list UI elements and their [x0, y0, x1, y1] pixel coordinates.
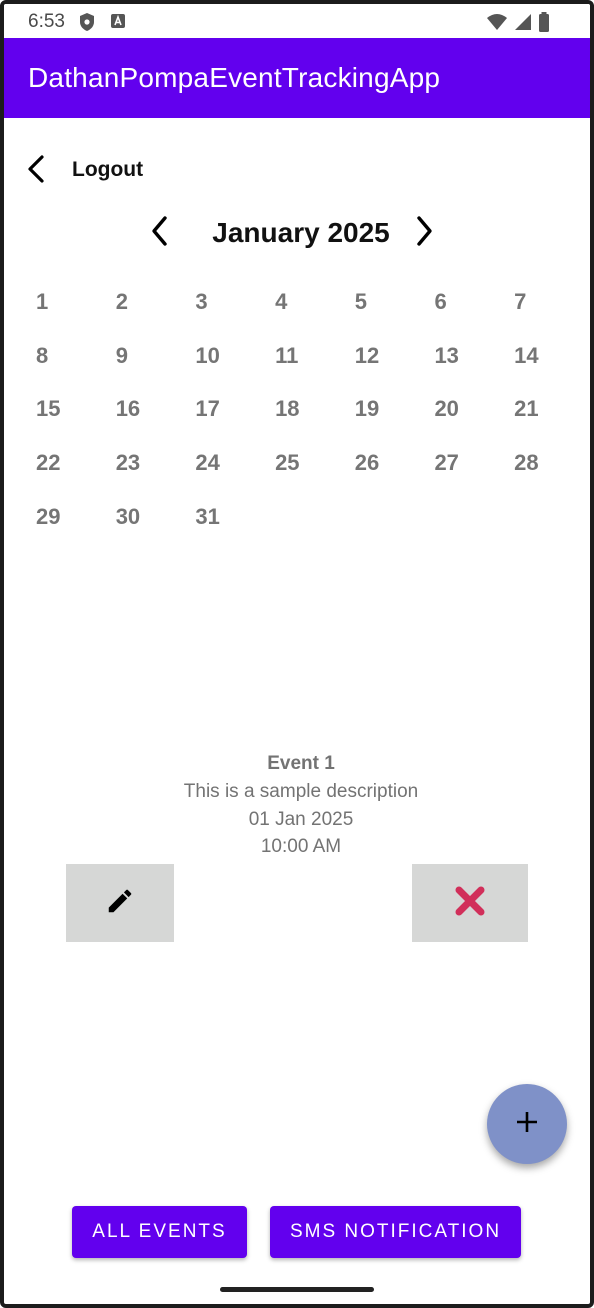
calendar-day[interactable]: 12 [347, 336, 427, 390]
add-event-fab[interactable] [487, 1084, 567, 1164]
calendar-day[interactable]: 16 [108, 389, 188, 443]
calendar-day[interactable]: 8 [28, 336, 108, 390]
a-notification-icon [110, 13, 126, 34]
month-title: January 2025 [212, 217, 390, 248]
calendar-day[interactable]: 11 [267, 336, 347, 390]
calendar-day[interactable]: 13 [426, 336, 506, 390]
calendar-day[interactable]: 20 [426, 389, 506, 443]
event-details: Event 1 This is a sample description 01 … [4, 750, 590, 861]
plus-icon [515, 1110, 539, 1139]
status-icons [486, 12, 550, 37]
calendar-day[interactable]: 24 [187, 443, 267, 497]
status-bar: 6:53 [4, 4, 590, 38]
calendar-day[interactable]: 10 [187, 336, 267, 390]
calendar-day[interactable]: 5 [347, 282, 427, 336]
event-date: 01 Jan 2025 [248, 808, 354, 830]
calendar-day[interactable]: 2 [108, 282, 188, 336]
calendar-grid: 1 2 3 4 5 6 7 8 9 10 11 12 13 14 15 16 17 18 19 20 21 22 23 24 2… [28, 282, 588, 550]
all-events-button[interactable]: ALL EVENTS [72, 1206, 247, 1258]
sms-notification-button[interactable]: SMS NOTIFICATION [270, 1206, 521, 1258]
signal-icon [514, 13, 532, 36]
calendar-day[interactable]: 7 [506, 282, 586, 336]
edit-event-button[interactable] [66, 864, 174, 942]
wifi-icon [486, 13, 508, 36]
delete-event-button[interactable] [412, 864, 528, 942]
calendar-day[interactable]: 18 [267, 389, 347, 443]
pencil-icon [105, 886, 135, 921]
calendar-day[interactable]: 9 [108, 336, 188, 390]
calendar-day[interactable]: 27 [426, 443, 506, 497]
app-screen: 6:53 DathanPompaEventTrackingApp Logout [0, 0, 594, 1308]
calendar-day[interactable]: 29 [28, 497, 108, 551]
calendar-day[interactable]: 30 [108, 497, 188, 551]
status-time: 6:53 [28, 11, 65, 32]
home-indicator[interactable] [220, 1287, 374, 1292]
calendar-day[interactable]: 19 [347, 389, 427, 443]
app-title: DathanPompaEventTrackingApp [28, 62, 441, 93]
calendar-day[interactable]: 23 [108, 443, 188, 497]
back-arrow-icon[interactable] [22, 154, 52, 184]
calendar-day[interactable]: 1 [28, 282, 108, 336]
calendar-day[interactable]: 22 [28, 443, 108, 497]
month-navigation: January 2025 [4, 209, 590, 257]
calendar-day[interactable]: 26 [347, 443, 427, 497]
calendar-day[interactable]: 14 [506, 336, 586, 390]
calendar-day[interactable]: 31 [187, 497, 267, 551]
battery-icon [538, 12, 550, 37]
app-bar: DathanPompaEventTrackingApp [4, 38, 590, 118]
event-title: Event 1 [267, 753, 335, 774]
calendar-day[interactable]: 3 [187, 282, 267, 336]
calendar-day[interactable]: 6 [426, 282, 506, 336]
event-time: 10:00 AM [260, 836, 342, 857]
calendar-day[interactable]: 17 [187, 389, 267, 443]
calendar-day[interactable]: 4 [267, 282, 347, 336]
calendar-day[interactable]: 25 [267, 443, 347, 497]
logout-label[interactable]: Logout [72, 158, 143, 182]
calendar-day[interactable]: 21 [506, 389, 586, 443]
event-description: This is a sample description [183, 781, 419, 802]
calendar-day[interactable]: 15 [28, 389, 108, 443]
close-x-icon [454, 885, 486, 922]
calendar-day[interactable]: 28 [506, 443, 586, 497]
shield-icon [78, 12, 96, 37]
chevron-right-icon[interactable] [410, 215, 438, 247]
